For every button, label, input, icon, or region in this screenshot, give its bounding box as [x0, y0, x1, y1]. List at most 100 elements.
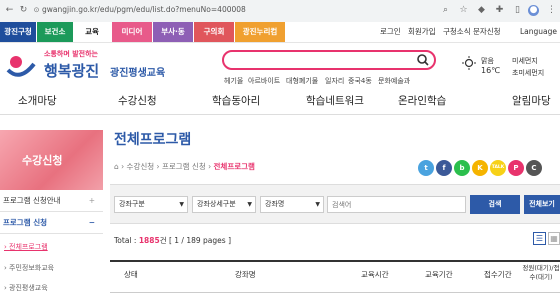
- chevron-down-icon: ▼: [315, 201, 320, 208]
- site-search-box[interactable]: [222, 50, 436, 70]
- logo-mark-icon: [6, 56, 36, 77]
- signup-link[interactable]: 회원가입: [408, 22, 436, 42]
- column-header: 교육시간: [361, 270, 389, 279]
- sidebar-title-banner: 수강신청: [0, 130, 103, 190]
- print-icon[interactable]: P: [508, 160, 524, 176]
- site-top-strip: 광진구청 보건소 교육 미디어 부사·동 구의회 광진누리컴 로그인 회원가입 …: [0, 22, 560, 43]
- column-header: 접수기간: [484, 270, 512, 279]
- tab-education[interactable]: 교육: [74, 22, 110, 42]
- kakaostory-icon[interactable]: K: [472, 160, 488, 176]
- extensions-icon[interactable]: ◆: [476, 5, 487, 16]
- sidebar-sub-label: 광진평생교육: [9, 284, 48, 292]
- keyword-link[interactable]: 중국4동: [348, 76, 372, 86]
- nav-enroll[interactable]: 수강신청: [118, 88, 157, 114]
- tab-council[interactable]: 구의회: [194, 22, 234, 42]
- sidebar-title: 수강신청: [22, 154, 63, 167]
- site-info-icon[interactable]: ⊙: [31, 5, 42, 16]
- chevron-down-icon: ▼: [247, 201, 252, 208]
- menu-icon[interactable]: ⋮: [546, 5, 557, 16]
- total-count: Total : 1885건 [ 1 / 189 pages ]: [114, 235, 231, 246]
- weather-temp: 16℃: [481, 66, 501, 75]
- profile-icon[interactable]: ●: [528, 5, 539, 16]
- browser-toolbar: ← ↻ ⊙ gwangjin.go.kr/edu/pgm/edu/list.do…: [0, 0, 560, 23]
- search-input[interactable]: [327, 196, 466, 213]
- copy-icon[interactable]: C: [526, 160, 542, 176]
- language-link[interactable]: Language: [520, 22, 557, 42]
- tab-guchung[interactable]: 광진구청: [0, 22, 36, 42]
- sun-icon: [462, 56, 476, 70]
- select-value: 강좌상세구분: [197, 200, 236, 208]
- column-header: 정원(대기)/접수(대기): [522, 264, 560, 281]
- logo-slogan: 소통하며 발전하는: [44, 50, 98, 58]
- breadcrumb-current: 전체프로그램: [213, 162, 255, 171]
- keyword-link[interactable]: 아르바이트: [248, 76, 280, 86]
- column-header: 교육기간: [425, 270, 453, 279]
- sms-news-link[interactable]: 구청소식 문자신청: [443, 22, 501, 42]
- keyword-link[interactable]: 문화예술과: [378, 76, 410, 86]
- breadcrumb-item[interactable]: 수강신청: [127, 162, 155, 171]
- course-type-select[interactable]: 강좌구분 ▼: [114, 196, 188, 213]
- sidebar-sub-all[interactable]: › 전체프로그램: [0, 239, 103, 255]
- sidebar-item-label: 프로그램 신청: [3, 218, 48, 227]
- total-pages: 건 [ 1 / 189 pages ]: [159, 236, 231, 245]
- logo-sub: 광진평생교육: [110, 68, 166, 79]
- sidebar-icon[interactable]: ▯: [512, 5, 523, 16]
- main-nav: 소개마당 수강신청 학습동아리 학습네트워크 온라인학습 알림마당: [0, 88, 560, 115]
- talk-icon[interactable]: TALK: [490, 160, 506, 176]
- course-name-select[interactable]: 강좌명 ▼: [260, 196, 324, 213]
- keyword-link[interactable]: 대형폐기물: [286, 76, 318, 86]
- weather-state: 맑음: [481, 57, 494, 65]
- home-icon[interactable]: ⌂: [114, 162, 119, 171]
- list-view-icon[interactable]: ☰: [533, 232, 546, 245]
- ultrafine-dust-label: 초미세먼지: [512, 69, 545, 77]
- breadcrumb-item[interactable]: 프로그램 신청: [162, 162, 206, 171]
- tab-label: 부사·동: [161, 27, 185, 36]
- site-logo[interactable]: 소통하며 발전하는 행복광진 광진평생교육: [0, 44, 200, 90]
- tab-dept[interactable]: 부사·동: [153, 22, 193, 42]
- tab-label: 구의회: [203, 27, 225, 36]
- facebook-icon[interactable]: f: [436, 160, 452, 176]
- bookmark-icon[interactable]: ☆: [458, 5, 469, 16]
- search-icon[interactable]: [417, 54, 429, 66]
- sidebar-sub-label: 주민정보화교육: [9, 264, 55, 272]
- nav-notice[interactable]: 알림마당: [512, 88, 551, 114]
- sidebar-sub-label: 전체프로그램: [9, 243, 48, 251]
- tab-media[interactable]: 미디어: [112, 22, 152, 42]
- sidebar-sub-it[interactable]: › 주민정보화교육: [0, 260, 103, 276]
- select-value: 강좌명: [265, 200, 285, 208]
- page-title: 전체프로그램: [114, 132, 192, 148]
- nav-clubs[interactable]: 학습동아리: [212, 88, 260, 114]
- puzzle-icon[interactable]: ✚: [494, 5, 505, 16]
- tab-nuricom[interactable]: 광진누리컴: [235, 22, 285, 42]
- search-button[interactable]: 검색: [470, 195, 520, 214]
- tab-health[interactable]: 보건소: [37, 22, 73, 42]
- sidebar-item-apply[interactable]: 프로그램 신청 −: [0, 212, 103, 234]
- chevron-down-icon: ▼: [179, 201, 184, 208]
- column-header: 강좌명: [235, 270, 256, 279]
- tab-label: 광진구청: [4, 27, 32, 36]
- total-label: Total :: [114, 236, 139, 245]
- back-icon[interactable]: ←: [4, 5, 15, 16]
- tab-label: 광진누리컴: [242, 27, 278, 36]
- view-all-button[interactable]: 전체보기: [524, 195, 560, 214]
- zoom-icon[interactable]: ⌕: [440, 5, 451, 16]
- keyword-link[interactable]: 헤기올: [224, 76, 243, 86]
- reload-icon[interactable]: ↻: [18, 5, 29, 16]
- keyword-link[interactable]: 일자리: [325, 76, 344, 86]
- column-header: 상태: [124, 270, 138, 279]
- address-bar[interactable]: gwangjin.go.kr/edu/pgm/edu/list.do?menuN…: [42, 5, 246, 14]
- sidebar-item-guide[interactable]: 프로그램 신청안내 +: [0, 190, 103, 212]
- nav-network[interactable]: 학습네트워크: [306, 88, 364, 114]
- sidebar-item-label: 프로그램 신청안내: [3, 196, 61, 205]
- course-detail-select[interactable]: 강좌상세구분 ▼: [192, 196, 256, 213]
- band-icon[interactable]: b: [454, 160, 470, 176]
- fine-dust-label: 미세먼지: [512, 57, 538, 65]
- grid-view-icon[interactable]: ▦: [548, 232, 560, 245]
- nav-online[interactable]: 온라인학습: [398, 88, 446, 114]
- breadcrumb: ⌂ › 수강신청 › 프로그램 신청 › 전체프로그램: [114, 162, 255, 171]
- sidebar-sub-lifelong[interactable]: › 광진평생교육: [0, 280, 103, 296]
- tab-label: 보건소: [44, 27, 66, 36]
- twitter-icon[interactable]: t: [418, 160, 434, 176]
- nav-intro[interactable]: 소개마당: [18, 88, 57, 114]
- login-link[interactable]: 로그인: [380, 22, 401, 42]
